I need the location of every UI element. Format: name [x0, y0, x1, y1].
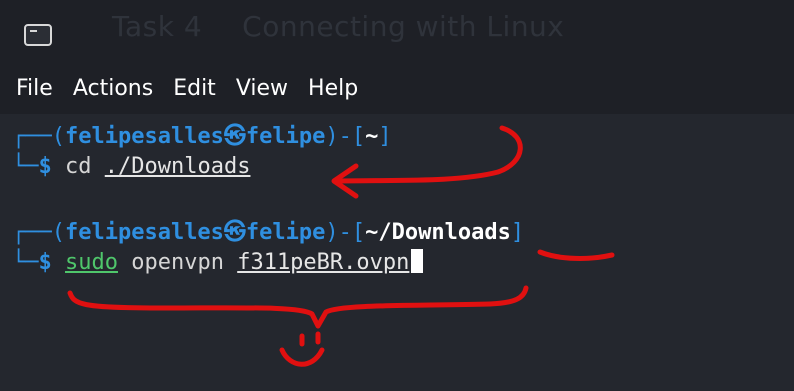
curved-arrow-annotation — [337, 125, 523, 184]
red-annotations — [67, 125, 615, 367]
underline-annotation — [537, 249, 615, 261]
brace-annotation — [67, 285, 529, 329]
smiley-mouth-annotation — [279, 347, 325, 367]
